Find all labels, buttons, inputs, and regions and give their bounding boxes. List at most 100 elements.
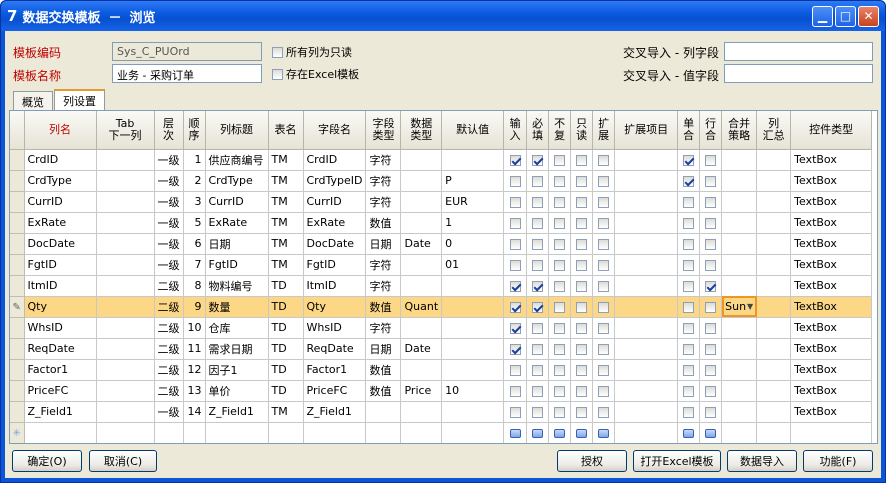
data-import-button[interactable]: 数据导入	[727, 450, 797, 472]
cell-field-type[interactable]: 字符	[365, 275, 402, 297]
header-extend-item[interactable]: 扩展项目	[614, 111, 679, 150]
cell-column-title[interactable]: 数量	[205, 296, 269, 318]
cancel-button[interactable]: 取消(C)	[89, 450, 157, 472]
cell-control-type[interactable]: TextBox	[790, 338, 873, 360]
cell-required-checkbox[interactable]	[526, 191, 550, 213]
cell-input-checkbox[interactable]	[503, 401, 528, 423]
cell-single-merge-checkbox-box[interactable]	[683, 406, 695, 418]
cell-default[interactable]: EUR	[441, 191, 505, 213]
new-row-cell[interactable]	[570, 422, 594, 443]
cell-readonly-checkbox-box[interactable]	[576, 343, 588, 355]
cell-readonly-checkbox[interactable]	[570, 149, 594, 171]
cell-input-checkbox[interactable]	[503, 380, 528, 402]
cell-row-merge-checkbox[interactable]	[699, 275, 723, 297]
cell-merge-strategy[interactable]	[721, 212, 758, 234]
new-row-cell[interactable]	[699, 422, 723, 443]
cell-field-name[interactable]: Qty	[303, 296, 367, 318]
cell-row-merge-checkbox-box[interactable]	[705, 154, 717, 166]
cell-default[interactable]	[441, 359, 505, 381]
new-row-cell[interactable]	[96, 422, 155, 443]
cell-column-title[interactable]: CurrID	[205, 191, 269, 213]
cell-data-type[interactable]	[400, 317, 443, 339]
cell-input-checkbox-box[interactable]	[509, 385, 521, 397]
cell-readonly-checkbox-box[interactable]	[576, 175, 588, 187]
cell-tab-next[interactable]	[96, 296, 155, 318]
cell-input-checkbox-box[interactable]	[509, 196, 521, 208]
cell-field-type[interactable]: 字符	[365, 149, 402, 171]
readonly-all-checkbox-box[interactable]	[272, 46, 283, 58]
cell-extend-item[interactable]	[614, 296, 679, 318]
cell-data-type[interactable]	[400, 275, 443, 297]
column-settings-grid[interactable]: 列名 Tab 下一列 层次 顺序 列标题 表名 字段名 字段 类型 数据 类型 默认值…	[9, 110, 878, 444]
cell-column-title[interactable]: FgtID	[205, 254, 269, 276]
header-control-type[interactable]: 控件类型	[790, 111, 873, 150]
summary-toggle-icon[interactable]	[683, 428, 695, 438]
cell-readonly-checkbox-box[interactable]	[576, 385, 588, 397]
title-bar[interactable]: 7 数据交换模板 － 浏览 ▁ □ ✕	[1, 1, 885, 31]
cell-order[interactable]: 8	[183, 275, 206, 297]
cell-required-checkbox[interactable]	[526, 359, 550, 381]
cell-no-repeat-checkbox[interactable]	[548, 254, 572, 276]
row-indicator[interactable]	[10, 212, 25, 234]
authorize-button[interactable]: 授权	[557, 450, 627, 472]
cell-required-checkbox-box[interactable]	[532, 238, 544, 250]
new-row-cell[interactable]	[205, 422, 269, 443]
cell-readonly-checkbox[interactable]	[570, 170, 594, 192]
cell-default[interactable]: P	[441, 170, 505, 192]
cell-field-type[interactable]: 字符	[365, 317, 402, 339]
cell-row-merge-checkbox[interactable]	[699, 401, 723, 423]
cell-column-name[interactable]: CurrID	[24, 191, 97, 213]
cell-row-merge-checkbox-box[interactable]	[705, 364, 717, 376]
cell-single-merge-checkbox-box[interactable]	[683, 322, 695, 334]
cell-level[interactable]: 二级	[154, 296, 184, 318]
cell-single-merge-checkbox-box[interactable]	[683, 343, 695, 355]
new-row-cell[interactable]	[441, 422, 505, 443]
cell-data-type[interactable]	[400, 170, 443, 192]
cell-required-checkbox[interactable]	[526, 170, 550, 192]
cell-merge-strategy[interactable]	[721, 191, 758, 213]
header-field-name[interactable]: 字段名	[303, 111, 367, 150]
cell-no-repeat-checkbox[interactable]	[548, 212, 572, 234]
cell-extend-item[interactable]	[614, 212, 679, 234]
cell-extend-checkbox-box[interactable]	[598, 196, 610, 208]
cell-control-type[interactable]: TextBox	[790, 233, 873, 255]
cell-single-merge-checkbox-box[interactable]	[683, 238, 695, 250]
new-row-cell[interactable]	[365, 422, 402, 443]
cell-extend-checkbox[interactable]	[592, 170, 616, 192]
cell-column-title[interactable]: 供应商编号	[205, 149, 269, 171]
cell-extend-item[interactable]	[614, 233, 679, 255]
cell-order[interactable]: 12	[183, 359, 206, 381]
cell-single-merge-checkbox[interactable]	[677, 338, 701, 360]
cell-required-checkbox[interactable]	[526, 149, 550, 171]
cell-required-checkbox-box[interactable]	[532, 175, 544, 187]
tab-column-settings[interactable]: 列设置	[54, 89, 105, 111]
cell-single-merge-checkbox[interactable]	[677, 317, 701, 339]
open-excel-template-button[interactable]: 打开Excel模板	[633, 450, 721, 472]
cell-merge-strategy[interactable]	[721, 170, 758, 192]
cell-merge-strategy[interactable]	[721, 380, 758, 402]
cell-single-merge-checkbox[interactable]	[677, 275, 701, 297]
cell-required-checkbox[interactable]	[526, 254, 550, 276]
cell-row-merge-checkbox-box[interactable]	[705, 238, 717, 250]
cell-default[interactable]: 1	[441, 212, 505, 234]
cell-tab-next[interactable]	[96, 212, 155, 234]
cell-column-name[interactable]: FgtID	[24, 254, 97, 276]
cell-readonly-checkbox[interactable]	[570, 233, 594, 255]
cell-required-checkbox[interactable]	[526, 380, 550, 402]
header-data-type[interactable]: 数据 类型	[400, 111, 443, 150]
cell-required-checkbox-box[interactable]	[532, 196, 544, 208]
cell-extend-checkbox[interactable]	[592, 191, 616, 213]
cell-single-merge-checkbox[interactable]	[677, 254, 701, 276]
cell-column-total[interactable]	[756, 380, 792, 402]
cell-required-checkbox[interactable]	[526, 401, 550, 423]
cell-required-checkbox-box[interactable]	[532, 322, 544, 334]
cross-value-input[interactable]	[724, 64, 873, 83]
cell-column-title[interactable]: 因子1	[205, 359, 269, 381]
header-level[interactable]: 层次	[154, 111, 184, 150]
table-row[interactable]: WhsID 二级 10 仓库 TD WhsID 字符 TextBox	[10, 317, 873, 339]
cell-column-total[interactable]	[756, 359, 792, 381]
cell-row-merge-checkbox-box[interactable]	[705, 301, 717, 313]
cell-no-repeat-checkbox[interactable]	[548, 191, 572, 213]
cell-data-type[interactable]: Date	[400, 233, 443, 255]
cell-extend-item[interactable]	[614, 254, 679, 276]
